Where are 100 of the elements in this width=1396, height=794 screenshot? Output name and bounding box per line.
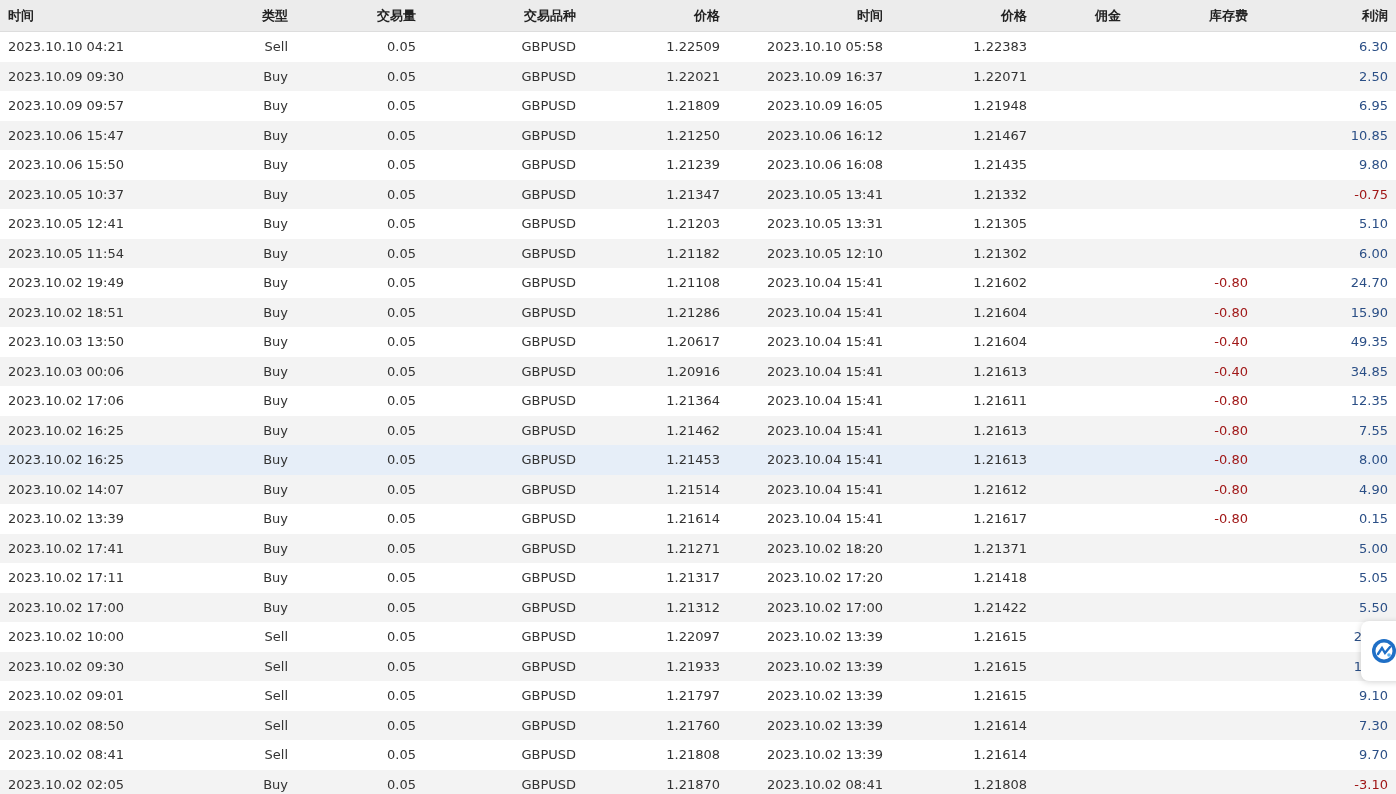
table-row[interactable]: 2023.10.02 17:41 Buy 0.05 GBPUSD 1.21271 2023.10.02 18:20 1.21371 5.00: [0, 533, 1396, 563]
table-row[interactable]: 2023.10.02 18:51 Buy 0.05 GBPUSD 1.21286 2023.10.04 15:41 1.21604 -0.80 15.90: [0, 297, 1396, 327]
table-row[interactable]: 2023.10.02 13:39 Buy 0.05 GBPUSD 1.21614 2023.10.04 15:41 1.21617 -0.80 0.15: [0, 504, 1396, 534]
table-cell-text: Sell: [263, 688, 288, 704]
table-cell-text: 1: [1352, 658, 1363, 674]
table-cell-text: 1.21808: [665, 747, 720, 763]
table-cell-text: 2023.10.09 16:05: [765, 98, 883, 114]
table-cell-text: 2023.10.02 13:39: [765, 717, 883, 733]
table-row[interactable]: 2023.10.05 11:54 Buy 0.05 GBPUSD 1.21182 2023.10.05 12:10 1.21302 6.00: [0, 238, 1396, 268]
table-cell-text: 1.21614: [665, 511, 720, 527]
table-cell-text: 0.05: [386, 511, 416, 527]
column-header[interactable]: 价格: [883, 6, 1027, 25]
table-cell-text: 15.90: [1349, 304, 1388, 320]
table-cell-text: 2023.10.02 08:50: [7, 717, 126, 733]
column-header[interactable]: 时间: [0, 6, 192, 25]
table-row[interactable]: 2023.10.02 08:50 Sell 0.05 GBPUSD 1.21760 2023.10.02 13:39 1.21614 7.30: [0, 710, 1396, 740]
table-cell-text: 2: [1352, 629, 1363, 645]
table-cell-text: 0.05: [386, 629, 416, 645]
table-cell-text: 1.21612: [972, 481, 1027, 497]
table-row[interactable]: 2023.10.02 02:05 Buy 0.05 GBPUSD 1.21870 2023.10.02 08:41 1.21808 -3.10: [0, 769, 1396, 794]
table-cell-text: 0.05: [386, 717, 416, 733]
table-cell-text: 0.05: [386, 688, 416, 704]
table-row[interactable]: 2023.10.02 16:25 Buy 0.05 GBPUSD 1.21453 2023.10.04 15:41 1.21613 -0.80 8.00: [0, 445, 1396, 475]
table-row[interactable]: 2023.10.02 16:25 Buy 0.05 GBPUSD 1.21462 2023.10.04 15:41 1.21613 -0.80 7.55: [0, 415, 1396, 445]
table-cell-text: Buy: [262, 540, 288, 556]
table-cell-text: Buy: [262, 216, 288, 232]
table-cell-text: GBPUSD: [520, 68, 576, 84]
table-cell-text: 2023.10.02 19:49: [7, 275, 126, 291]
table-cell-text: GBPUSD: [520, 776, 576, 792]
table-cell-text: 1.21948: [972, 98, 1027, 114]
table-cell-text: 1.22509: [665, 39, 720, 55]
table-cell-text: 0.05: [386, 157, 416, 173]
column-header[interactable]: 类型: [192, 6, 288, 25]
table-cell-text: 2023.10.02 14:07: [7, 481, 126, 497]
table-cell-text: 0.05: [386, 304, 416, 320]
table-cell-text: Sell: [263, 629, 288, 645]
table-cell-text: 1.21312: [665, 599, 720, 615]
table-cell-text: GBPUSD: [520, 599, 576, 615]
table-cell-text: GBPUSD: [520, 511, 576, 527]
floating-helper-toast[interactable]: [1361, 621, 1396, 681]
table-cell-text: GBPUSD: [520, 275, 576, 291]
table-cell-text: 1.21615: [972, 629, 1027, 645]
table-row[interactable]: 2023.10.09 09:57 Buy 0.05 GBPUSD 1.21809 2023.10.09 16:05 1.21948 6.95: [0, 91, 1396, 121]
table-cell-text: 1.21602: [972, 275, 1027, 291]
table-row[interactable]: 2023.10.02 19:49 Buy 0.05 GBPUSD 1.21108 2023.10.04 15:41 1.21602 -0.80 24.70: [0, 268, 1396, 298]
table-cell-text: 2023.10.06 15:50: [7, 157, 126, 173]
table-cell-text: 2023.10.03 00:06: [7, 363, 126, 379]
table-row[interactable]: 2023.10.06 15:47 Buy 0.05 GBPUSD 1.21250 2023.10.06 16:12 1.21467 10.85: [0, 120, 1396, 150]
column-header[interactable]: 交易品种: [416, 6, 576, 25]
column-header[interactable]: 时间: [720, 6, 883, 25]
table-cell-text: 1.22071: [972, 68, 1027, 84]
table-cell-text: 2023.10.02 13:39: [765, 658, 883, 674]
table-cell-text: GBPUSD: [520, 304, 576, 320]
table-row[interactable]: 2023.10.09 09:30 Buy 0.05 GBPUSD 1.22021 2023.10.09 16:37 1.22071 2.50: [0, 61, 1396, 91]
table-cell-text: 12.35: [1349, 393, 1388, 409]
table-cell-text: 2023.10.04 15:41: [765, 422, 883, 438]
table-row[interactable]: 2023.10.03 13:50 Buy 0.05 GBPUSD 1.20617 2023.10.04 15:41 1.21604 -0.40 49.35: [0, 327, 1396, 357]
table-row[interactable]: 2023.10.02 17:11 Buy 0.05 GBPUSD 1.21317 2023.10.02 17:20 1.21418 5.05: [0, 563, 1396, 593]
table-cell-text: 0.05: [386, 216, 416, 232]
table-cell-text: 0.05: [386, 776, 416, 792]
table-cell-text: 0.05: [386, 658, 416, 674]
table-cell-text: 0.05: [386, 98, 416, 114]
table-cell-text: -0.80: [1213, 304, 1248, 320]
table-cell-text: 1.21614: [972, 717, 1027, 733]
table-cell-text: 1.21435: [972, 157, 1027, 173]
table-row[interactable]: 2023.10.10 04:21 Sell 0.05 GBPUSD 1.22509 2023.10.10 05:58 1.22383 6.30: [0, 32, 1396, 62]
table-row[interactable]: 2023.10.02 17:06 Buy 0.05 GBPUSD 1.21364 2023.10.04 15:41 1.21611 -0.80 12.35: [0, 386, 1396, 416]
table-cell-text: 0.05: [386, 245, 416, 261]
table-cell-text: GBPUSD: [520, 540, 576, 556]
table-cell-text: 2.50: [1358, 68, 1388, 84]
table-cell-text: 0.05: [386, 540, 416, 556]
table-cell-text: 6.95: [1358, 98, 1388, 114]
column-header[interactable]: 库存费: [1121, 6, 1248, 25]
table-row[interactable]: 2023.10.06 15:50 Buy 0.05 GBPUSD 1.21239 2023.10.06 16:08 1.21435 9.80: [0, 150, 1396, 180]
table-row[interactable]: 2023.10.02 08:41 Sell 0.05 GBPUSD 1.21808 2023.10.02 13:39 1.21614 9.70: [0, 740, 1396, 770]
table-cell-text: 1.21239: [665, 157, 720, 173]
table-cell-text: 0.05: [386, 275, 416, 291]
logo-icon: [1371, 638, 1396, 664]
table-row[interactable]: 2023.10.02 17:00 Buy 0.05 GBPUSD 1.21312 2023.10.02 17:00 1.21422 5.50: [0, 592, 1396, 622]
table-row[interactable]: 2023.10.02 09:01 Sell 0.05 GBPUSD 1.21797 2023.10.02 13:39 1.21615 9.10: [0, 681, 1396, 711]
table-cell-text: Buy: [262, 304, 288, 320]
table-cell-text: 1.21604: [972, 334, 1027, 350]
table-cell-text: 49.35: [1349, 334, 1388, 350]
column-header[interactable]: 价格: [576, 6, 720, 25]
table-cell-text: 2023.10.09 16:37: [765, 68, 883, 84]
table-cell-text: Buy: [262, 245, 288, 261]
table-cell-text: 2023.10.02 17:11: [7, 570, 126, 586]
column-header[interactable]: 利润: [1248, 6, 1388, 25]
column-header[interactable]: 佣金: [1027, 6, 1121, 25]
table-cell-text: -3.10: [1353, 776, 1388, 792]
table-row[interactable]: 2023.10.03 00:06 Buy 0.05 GBPUSD 1.20916 2023.10.04 15:41 1.21613 -0.40 34.85: [0, 356, 1396, 386]
table-row[interactable]: 2023.10.02 14:07 Buy 0.05 GBPUSD 1.21514 2023.10.04 15:41 1.21612 -0.80 4.90: [0, 474, 1396, 504]
table-cell-text: 0.05: [386, 747, 416, 763]
column-header[interactable]: 交易量: [288, 6, 416, 25]
table-cell-text: 2023.10.05 11:54: [7, 245, 126, 261]
table-row[interactable]: 2023.10.05 10:37 Buy 0.05 GBPUSD 1.21347 2023.10.05 13:41 1.21332 -0.75: [0, 179, 1396, 209]
table-cell-text: GBPUSD: [520, 216, 576, 232]
table-cell-text: 1.21933: [665, 658, 720, 674]
table-row[interactable]: 2023.10.05 12:41 Buy 0.05 GBPUSD 1.21203 2023.10.05 13:31 1.21305 5.10: [0, 209, 1396, 239]
table-cell-text: Sell: [263, 39, 288, 55]
